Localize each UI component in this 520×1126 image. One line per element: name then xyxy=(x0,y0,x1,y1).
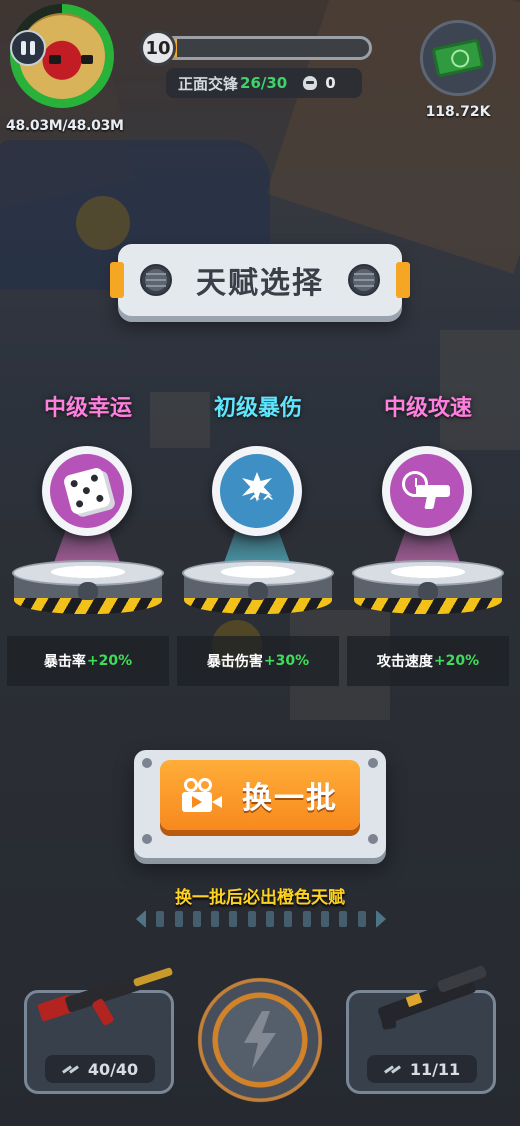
cash-icon xyxy=(431,38,485,78)
shotgun-icon xyxy=(367,964,497,1043)
wave-count: 26/30 xyxy=(240,74,288,92)
boss-hp-text: 48.03M/48.03M xyxy=(6,118,124,134)
effect-stat: 暴击率 xyxy=(43,654,86,670)
talent-effect: 攻击速度 +20% xyxy=(347,636,509,686)
ammo-counter: 11/11 xyxy=(367,1055,477,1083)
pause-button[interactable] xyxy=(10,30,46,66)
effect-stat: 暴击伤害 xyxy=(206,654,263,670)
skull-icon xyxy=(303,76,318,90)
wave-status: 正面交锋 26/30 0 xyxy=(166,68,362,98)
money-value: 118.72K xyxy=(425,104,491,120)
ammo-counter: 40/40 xyxy=(45,1055,155,1083)
weapon-slot-rifle[interactable]: 40/40 xyxy=(24,967,174,1094)
talent-name: 中级攻速 xyxy=(383,396,472,421)
effect-stat: 攻击速度 xyxy=(376,654,433,670)
title-banner: 天赋选择 xyxy=(110,244,410,316)
chevron-left-icon xyxy=(136,910,146,928)
dice-icon xyxy=(50,454,124,528)
talent-icon-frame xyxy=(212,446,302,536)
skill-button[interactable] xyxy=(196,976,324,1104)
kill-count: 0 xyxy=(325,74,336,92)
crit-damage-icon xyxy=(220,454,294,528)
talent-name: 初级暴伤 xyxy=(213,396,302,421)
refresh-panel: 换一批 xyxy=(134,750,386,858)
wave-label: 正面交锋 xyxy=(178,74,239,93)
level-progress: 10 xyxy=(140,30,372,66)
talent-effect: 暴击伤害 +30% xyxy=(177,636,339,686)
pedestal xyxy=(352,560,504,626)
money-badge[interactable] xyxy=(420,20,496,96)
talent-card-3[interactable]: 中级攻速 攻击速度 +20% xyxy=(347,390,509,690)
video-icon xyxy=(182,778,224,812)
weapon-slot-shotgun[interactable]: 11/11 xyxy=(346,964,496,1094)
ammo-value: 40/40 xyxy=(87,1059,139,1079)
effect-value: +20% xyxy=(433,653,480,669)
chevron-right-icon xyxy=(375,910,386,928)
effect-value: +30% xyxy=(263,653,310,669)
bolt-icon xyxy=(140,264,172,296)
level-badge: 10 xyxy=(140,30,176,66)
pause-icon xyxy=(21,41,26,55)
pedestal xyxy=(182,560,334,626)
talent-card-1[interactable]: 中级幸运 暴击率 +20% xyxy=(7,390,169,690)
pedestal xyxy=(12,560,164,626)
bullets-icon xyxy=(62,1064,80,1074)
refresh-label: 换一批 xyxy=(242,781,338,816)
talent-name: 中级幸运 xyxy=(43,396,132,421)
page-title: 天赋选择 xyxy=(196,266,324,301)
bullets-icon xyxy=(384,1064,402,1074)
lightning-icon xyxy=(244,1011,276,1069)
level-track xyxy=(162,36,372,60)
ammo-value: 11/11 xyxy=(409,1059,461,1079)
refresh-button[interactable]: 换一批 xyxy=(160,760,360,830)
talent-icon-frame xyxy=(382,446,472,536)
effect-value: +20% xyxy=(86,653,133,669)
rifle-icon xyxy=(35,967,175,1039)
attack-speed-icon xyxy=(390,454,464,528)
talent-card-2[interactable]: 初级暴伤 暴击伤害+30% xyxy=(177,390,339,690)
page-indicator xyxy=(136,908,386,930)
bolt-icon xyxy=(348,264,380,296)
talent-effect: 暴击率 +20% xyxy=(7,636,169,686)
talent-icon-frame xyxy=(42,446,132,536)
refresh-hint: 换一批后必出橙色天赋 xyxy=(175,888,345,908)
